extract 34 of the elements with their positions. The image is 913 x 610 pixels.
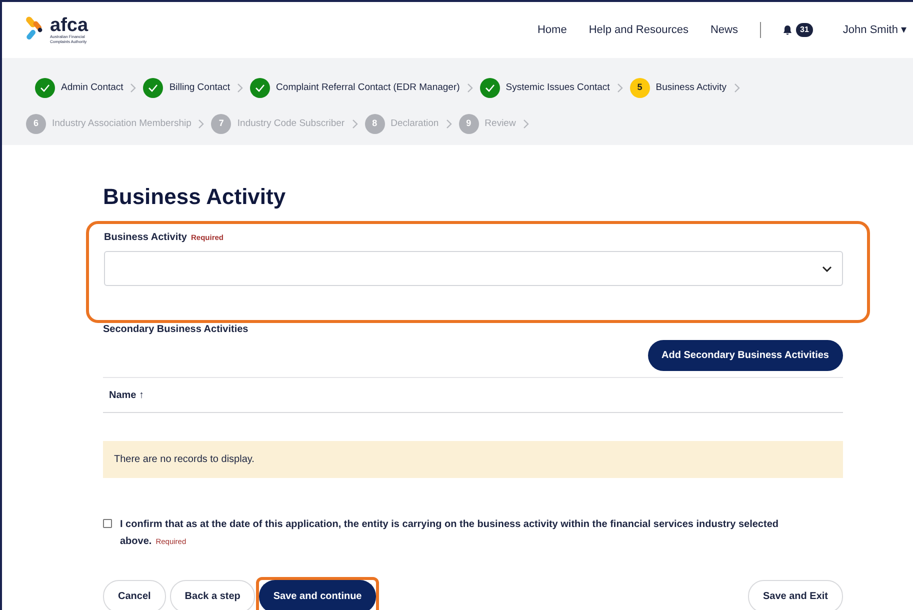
nav-link[interactable]: Home <box>537 22 567 38</box>
step-number: 5 <box>630 78 650 98</box>
add-button[interactable]: Add Secondary Business Activities <box>648 340 843 372</box>
notification-count: 31 <box>796 23 813 37</box>
page-title: Business Activity <box>103 185 287 210</box>
bell-icon <box>783 25 792 35</box>
checkbox[interactable] <box>103 519 112 528</box>
chevron-down-icon <box>822 266 832 272</box>
step-number: 6 <box>26 114 46 134</box>
button[interactable]: Save and continue <box>259 580 376 610</box>
step-item[interactable]: Billing Contact <box>143 78 230 98</box>
step-item[interactable]: 5 Business Activity <box>630 78 727 98</box>
check-icon <box>250 78 270 98</box>
check-icon <box>143 78 164 98</box>
step-number: 8 <box>364 114 385 134</box>
button[interactable]: Back a step <box>170 580 256 610</box>
step-item[interactable]: Complaint Referral Contact (EDR Manager) <box>250 78 460 98</box>
section-label: Secondary Business Activities <box>103 323 250 338</box>
step-number: 7 <box>211 114 232 134</box>
step-item[interactable]: Admin Contact <box>35 78 124 98</box>
button[interactable]: Save and Exit <box>748 580 843 610</box>
notifications-button[interactable]: 31 <box>783 23 813 37</box>
field-label: Business Activity <box>104 232 187 244</box>
column-header[interactable]: Name ↑ <box>109 388 144 403</box>
step-item[interactable]: Systemic Issues Contact <box>480 78 610 98</box>
check-icon <box>35 78 55 98</box>
button[interactable]: Cancel <box>103 580 166 610</box>
check-icon <box>480 78 500 98</box>
empty-message: There are no records to display. <box>103 441 843 478</box>
user-menu[interactable]: John Smith ▾ <box>842 22 907 38</box>
nav-link[interactable]: Help and Resources <box>588 22 688 38</box>
nav-link[interactable]: News <box>710 22 738 38</box>
step-number: 9 <box>458 114 479 134</box>
select-field[interactable] <box>104 251 843 286</box>
